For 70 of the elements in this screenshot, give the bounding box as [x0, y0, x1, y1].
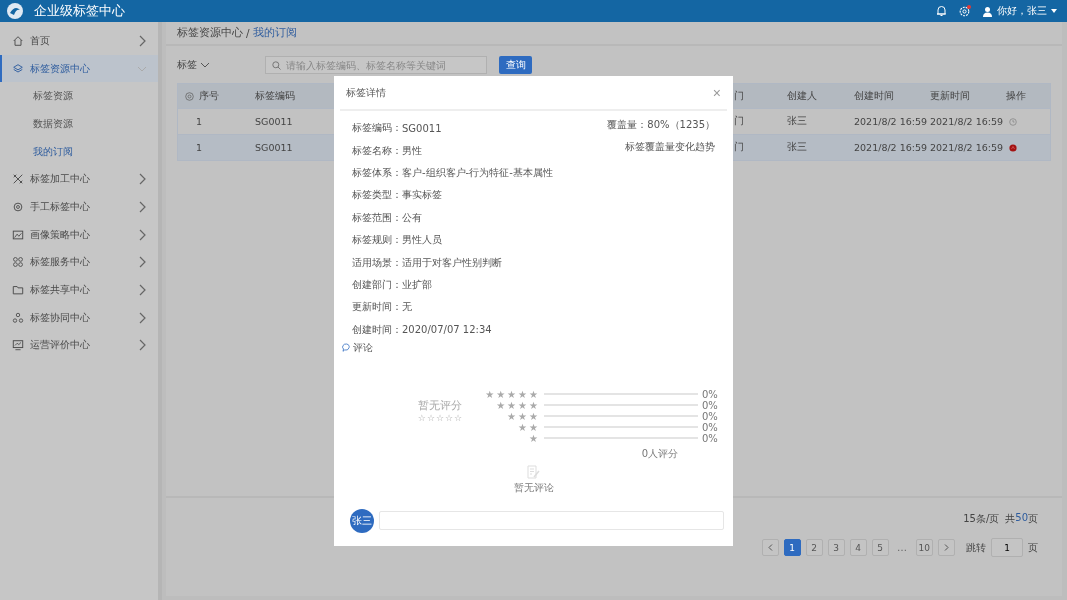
- star-label: ★★★★: [496, 399, 540, 411]
- column-header: 操作: [1006, 89, 1026, 103]
- field-label: 更新时间：: [352, 300, 402, 315]
- column-header: 门: [734, 89, 744, 103]
- total-pages: 50: [1015, 512, 1028, 523]
- total-suffix: 页: [1028, 512, 1038, 526]
- breadcrumb-separator: /: [246, 27, 250, 39]
- star-label: ★★★: [507, 410, 540, 422]
- field-value: SG0011: [402, 122, 442, 134]
- table-cell: 2021/8/2 16:59: [930, 142, 1004, 153]
- star-icon: ☆: [417, 412, 426, 423]
- column-header: 创建时间: [854, 89, 894, 103]
- field-label: 创建部门：: [352, 277, 402, 292]
- field-value: 客户-组织客户-行为特征-基本属性: [402, 165, 553, 180]
- column-header: 标签编码: [255, 89, 295, 103]
- rating-percent: 0%: [702, 399, 719, 411]
- field-value: 事实标签: [402, 188, 442, 203]
- field-value: 无: [402, 300, 412, 315]
- page-ellipsis: …: [896, 542, 909, 553]
- field-value: 公有: [402, 210, 422, 225]
- star-label: ★: [529, 432, 540, 444]
- table-cell: 1: [196, 116, 203, 127]
- field-label: 标签规则：: [352, 233, 402, 248]
- table-cell: 张三: [787, 141, 807, 154]
- page-suffix: 页: [1028, 540, 1038, 555]
- rating-summary: 暂无评分: [418, 397, 462, 413]
- column-header: 序号: [199, 89, 219, 103]
- star-icon: ☆: [426, 412, 435, 423]
- table-cell: 2021/8/2 16:59: [854, 142, 928, 153]
- total-label: 共: [1005, 512, 1016, 526]
- comments-title: 评论: [353, 340, 373, 355]
- rating-percent: 0%: [702, 410, 719, 422]
- star-icon: ☆: [445, 412, 454, 423]
- dialog-title: 标签详情: [346, 85, 386, 100]
- page-size: 15条/页: [963, 512, 1000, 526]
- rating-percent: 0%: [702, 421, 719, 433]
- table-cell: 2021/8/2 16:59: [854, 116, 928, 127]
- table-cell: 1: [196, 142, 203, 153]
- field-value: 业扩部: [402, 277, 432, 292]
- field-label: 标签编码：: [352, 121, 402, 136]
- coverage-text: 覆盖量：80%（1235）: [607, 118, 715, 132]
- rating-count: 0人评分: [640, 446, 679, 461]
- field-label: 创建时间：: [352, 322, 402, 337]
- empty-comments: 暂无评论: [513, 480, 554, 495]
- user-avatar: 张三: [350, 508, 374, 533]
- table-cell: 门: [734, 115, 744, 128]
- jump-label: 跳转: [966, 540, 986, 555]
- field-value: 男性人员: [402, 233, 442, 248]
- field-value: 2020/07/07 12:34: [402, 324, 492, 336]
- table-cell: 2021/8/2 16:59: [930, 116, 1004, 127]
- star-label: ★★: [518, 421, 540, 433]
- star-label: ★★★★★: [485, 388, 540, 400]
- field-label: 标签名称：: [352, 143, 402, 158]
- app-title: 企业级标签中心: [34, 2, 126, 20]
- rating-percent: 0%: [702, 432, 719, 444]
- column-header: 更新时间: [930, 89, 970, 103]
- field-value: 男性: [402, 143, 422, 158]
- table-cell: SG0011: [255, 116, 293, 127]
- table-cell: 门: [734, 141, 744, 154]
- field-label: 标签范围：: [352, 210, 402, 225]
- field-value: 适用于对客户性别判断: [402, 255, 502, 270]
- table-cell: 张三: [787, 115, 807, 128]
- column-header: 创建人: [787, 89, 817, 103]
- field-label: 标签体系：: [352, 165, 402, 180]
- star-icon: ☆: [435, 412, 445, 423]
- field-label: 标签类型：: [352, 188, 402, 203]
- rating-percent: 0%: [702, 388, 719, 400]
- star-icon: ☆: [454, 412, 463, 423]
- field-label: 适用场景：: [352, 255, 402, 270]
- table-cell: SG0011: [255, 142, 293, 153]
